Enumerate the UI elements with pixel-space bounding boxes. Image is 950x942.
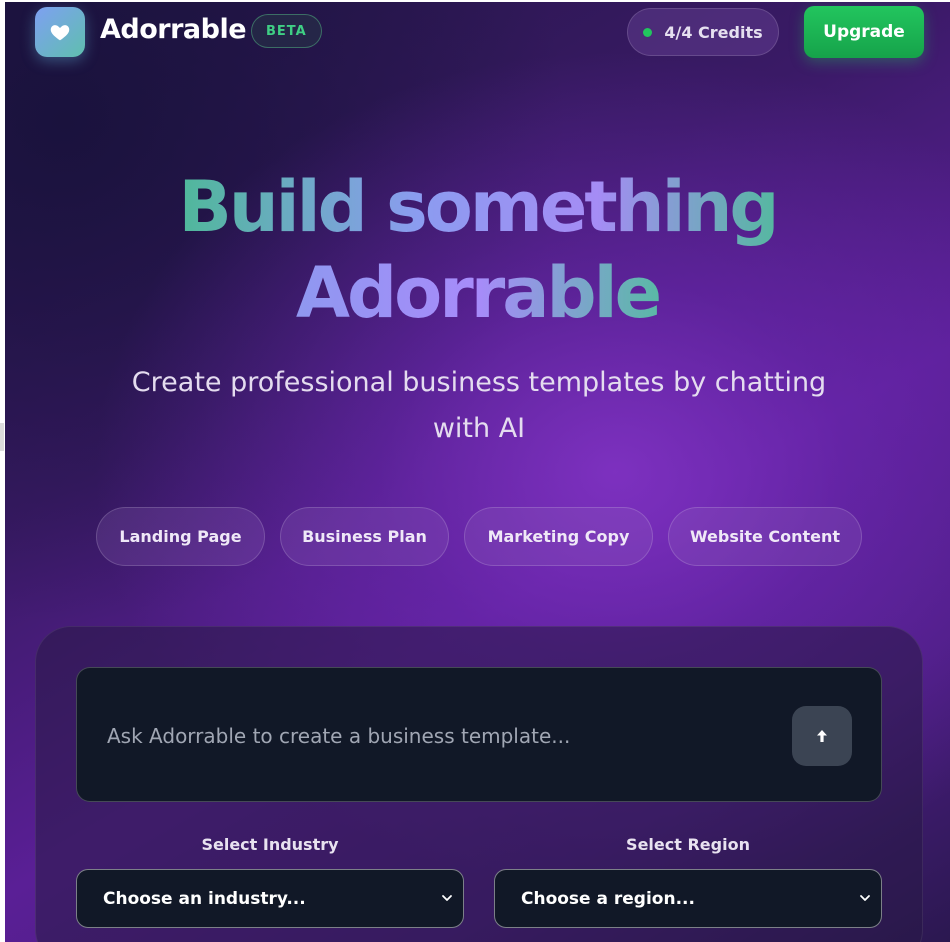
logo-badge[interactable] (35, 7, 85, 57)
prompt-box (76, 667, 882, 802)
send-button[interactable] (792, 706, 852, 766)
region-label: Select Region (626, 835, 750, 854)
chevron-down-icon (442, 895, 452, 901)
hero-title-line-2: Adorrable (295, 252, 662, 334)
heart-icon (50, 25, 70, 41)
brand-name[interactable]: Adorrable (100, 14, 247, 45)
region-select[interactable]: Choose a region... (494, 869, 882, 928)
window-edge-marker (0, 423, 4, 451)
region-select-value: Choose a region... (521, 888, 695, 909)
hero-title: Build something Adorrable (5, 164, 950, 336)
app-page: Adorrable BETA 4/4 Credits Upgrade Build… (5, 2, 950, 942)
prompt-input[interactable] (107, 718, 767, 754)
template-chip-row: Landing Page Business Plan Marketing Cop… (5, 507, 950, 567)
hero-title-line-1: Build something (178, 166, 779, 248)
chip-website-content[interactable]: Website Content (668, 507, 862, 566)
credits-indicator[interactable]: 4/4 Credits (627, 8, 779, 56)
chip-landing-page[interactable]: Landing Page (96, 507, 265, 566)
beta-badge: BETA (251, 14, 322, 48)
arrow-up-icon (817, 730, 827, 742)
upgrade-button[interactable]: Upgrade (804, 6, 924, 58)
chip-marketing-copy[interactable]: Marketing Copy (464, 507, 653, 566)
industry-select-value: Choose an industry... (103, 888, 306, 909)
industry-select[interactable]: Choose an industry... (76, 869, 464, 928)
top-bar: Adorrable BETA 4/4 Credits Upgrade (5, 2, 950, 64)
chip-business-plan[interactable]: Business Plan (280, 507, 449, 566)
hero-subtitle: Create professional business templates b… (131, 367, 827, 444)
industry-label: Select Industry (201, 835, 339, 854)
credits-label: 4/4 Credits (664, 22, 763, 42)
chevron-down-icon (860, 895, 870, 901)
status-dot-icon (643, 27, 653, 37)
